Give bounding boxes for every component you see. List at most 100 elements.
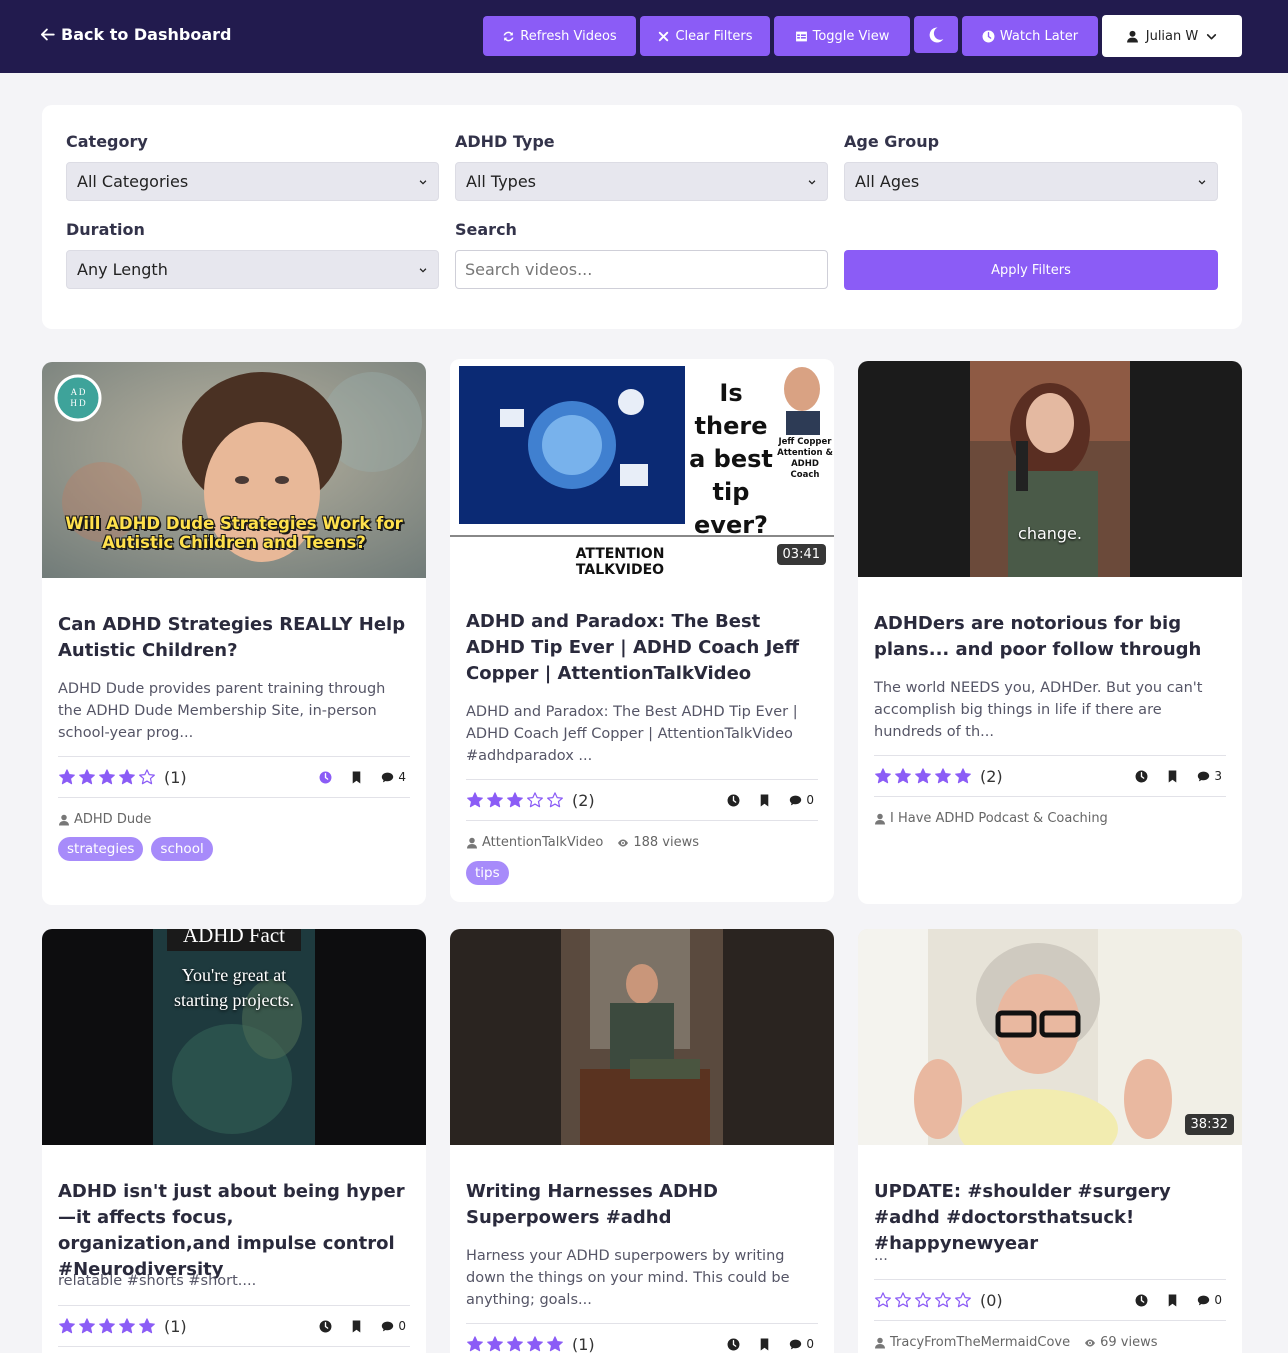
comment-icon	[789, 794, 802, 807]
video-thumbnail[interactable]: 38:32	[858, 929, 1242, 1145]
star-rating[interactable]	[58, 1317, 156, 1335]
thumbnail-image	[858, 361, 1242, 577]
star-filled-icon[interactable]	[98, 1317, 116, 1335]
star-filled-icon[interactable]	[506, 1335, 524, 1353]
comments-button[interactable]: 0	[1197, 1293, 1222, 1307]
apply-filters-button[interactable]: Apply Filters	[844, 250, 1218, 290]
tag-chip[interactable]: strategies	[58, 837, 144, 861]
star-empty-icon[interactable]	[526, 791, 544, 809]
search-input[interactable]: Search videos...	[455, 250, 828, 289]
bookmark-icon[interactable]	[1166, 1294, 1179, 1307]
star-empty-icon[interactable]	[138, 768, 156, 786]
star-filled-icon[interactable]	[138, 1317, 156, 1335]
video-actions-row: (1) 4	[58, 756, 410, 798]
star-filled-icon[interactable]	[118, 768, 136, 786]
video-thumbnail[interactable]: change.	[858, 361, 1242, 577]
star-filled-icon[interactable]	[954, 767, 972, 785]
star-empty-icon[interactable]	[934, 1291, 952, 1309]
star-empty-icon[interactable]	[894, 1291, 912, 1309]
thumbnail-caption: Will ADHD Dude Strategies Work for Autis…	[65, 514, 403, 552]
star-rating[interactable]	[466, 1335, 564, 1353]
tag-chip[interactable]: tips	[466, 861, 509, 885]
back-to-dashboard-link[interactable]: Back to Dashboard	[40, 25, 231, 44]
star-filled-icon[interactable]	[874, 767, 892, 785]
star-filled-icon[interactable]	[934, 767, 952, 785]
video-card[interactable]: change. ADHDers are notorious for big pl…	[858, 361, 1242, 904]
video-title[interactable]: Can ADHD Strategies REALLY Help Autistic…	[58, 612, 410, 664]
star-filled-icon[interactable]	[58, 768, 76, 786]
tag-chip[interactable]: school	[151, 837, 213, 861]
watch-later-icon[interactable]	[727, 1338, 740, 1351]
toggle-view-button[interactable]: Toggle View	[774, 16, 910, 56]
star-rating[interactable]	[874, 767, 972, 785]
star-filled-icon[interactable]	[466, 1335, 484, 1353]
bookmark-icon[interactable]	[758, 794, 771, 807]
watch-later-icon[interactable]	[319, 771, 332, 784]
video-card[interactable]: ADHD Fact You're great at starting proje…	[42, 929, 426, 1353]
comments-button[interactable]: 4	[381, 770, 406, 784]
adhd-type-select[interactable]: All Types	[455, 162, 828, 201]
video-author: TracyFromTheMermaidCove	[874, 1335, 1070, 1350]
user-menu-button[interactable]: Julian W	[1102, 15, 1242, 57]
category-select[interactable]: All Categories	[66, 162, 439, 201]
watch-later-icon[interactable]	[319, 1320, 332, 1333]
comments-button[interactable]: 0	[381, 1319, 406, 1333]
video-card[interactable]: Is there a best tip ever? Jeff Copper At…	[450, 359, 834, 902]
star-empty-icon[interactable]	[874, 1291, 892, 1309]
star-filled-icon[interactable]	[466, 791, 484, 809]
bookmark-icon[interactable]	[350, 771, 363, 784]
comment-icon	[381, 1320, 394, 1333]
star-filled-icon[interactable]	[526, 1335, 544, 1353]
age-group-select[interactable]: All Ages	[844, 162, 1218, 201]
video-author: ADHD Dude	[58, 812, 151, 827]
star-filled-icon[interactable]	[486, 791, 504, 809]
star-filled-icon[interactable]	[118, 1317, 136, 1335]
star-filled-icon[interactable]	[914, 767, 932, 785]
video-thumbnail[interactable]: Is there a best tip ever? Jeff Copper At…	[450, 359, 834, 575]
video-card[interactable]: 38:32 UPDATE: #shoulder #surgery #adhd #…	[858, 929, 1242, 1353]
star-filled-icon[interactable]	[78, 1317, 96, 1335]
comments-button[interactable]: 3	[1197, 769, 1222, 783]
video-card[interactable]: A D H D Will ADHD Dude Strategies Work f…	[42, 362, 426, 905]
watch-later-icon[interactable]	[727, 794, 740, 807]
star-empty-icon[interactable]	[954, 1291, 972, 1309]
watch-later-icon[interactable]	[1135, 770, 1148, 783]
video-thumbnail[interactable]	[450, 929, 834, 1145]
duration-label: Duration	[66, 220, 145, 239]
star-empty-icon[interactable]	[914, 1291, 932, 1309]
video-title[interactable]: ADHD and Paradox: The Best ADHD Tip Ever…	[466, 609, 818, 687]
refresh-videos-button[interactable]: Refresh Videos	[483, 16, 636, 56]
author-name: ADHD Dude	[74, 812, 152, 827]
duration-select[interactable]: Any Length	[66, 250, 439, 289]
video-card[interactable]: Writing Harnesses ADHD Superpowers #adhd…	[450, 929, 834, 1353]
clear-filters-button[interactable]: Clear Filters	[640, 16, 770, 56]
star-filled-icon[interactable]	[894, 767, 912, 785]
video-title[interactable]: ADHDers are notorious for big plans... a…	[874, 611, 1226, 663]
comments-button[interactable]: 0	[789, 1337, 814, 1351]
filters-panel: Category All Categories ADHD Type All Ty…	[42, 105, 1242, 329]
video-title[interactable]: ADHD isn't just about being hyper—it aff…	[58, 1179, 410, 1283]
star-empty-icon[interactable]	[546, 791, 564, 809]
star-filled-icon[interactable]	[506, 791, 524, 809]
thumbnail-coach-caption: Jeff Copper Attention & ADHD Coach	[777, 437, 833, 480]
star-rating[interactable]	[58, 768, 156, 786]
bookmark-icon[interactable]	[1166, 770, 1179, 783]
watch-later-icon[interactable]	[1135, 1294, 1148, 1307]
star-filled-icon[interactable]	[546, 1335, 564, 1353]
star-filled-icon[interactable]	[486, 1335, 504, 1353]
star-rating[interactable]	[466, 791, 564, 809]
video-thumbnail[interactable]: ADHD Fact You're great at starting proje…	[42, 929, 426, 1145]
watch-later-button[interactable]: Watch Later	[962, 16, 1098, 56]
close-icon	[659, 31, 669, 41]
bookmark-icon[interactable]	[350, 1320, 363, 1333]
comments-button[interactable]: 0	[789, 793, 814, 807]
dark-mode-toggle[interactable]	[914, 16, 958, 53]
star-filled-icon[interactable]	[58, 1317, 76, 1335]
bookmark-icon[interactable]	[758, 1338, 771, 1351]
star-filled-icon[interactable]	[78, 768, 96, 786]
video-thumbnail[interactable]: A D H D Will ADHD Dude Strategies Work f…	[42, 362, 426, 578]
star-rating[interactable]	[874, 1291, 972, 1309]
video-title[interactable]: Writing Harnesses ADHD Superpowers #adhd	[466, 1179, 818, 1231]
star-filled-icon[interactable]	[98, 768, 116, 786]
comment-icon	[1197, 1294, 1210, 1307]
